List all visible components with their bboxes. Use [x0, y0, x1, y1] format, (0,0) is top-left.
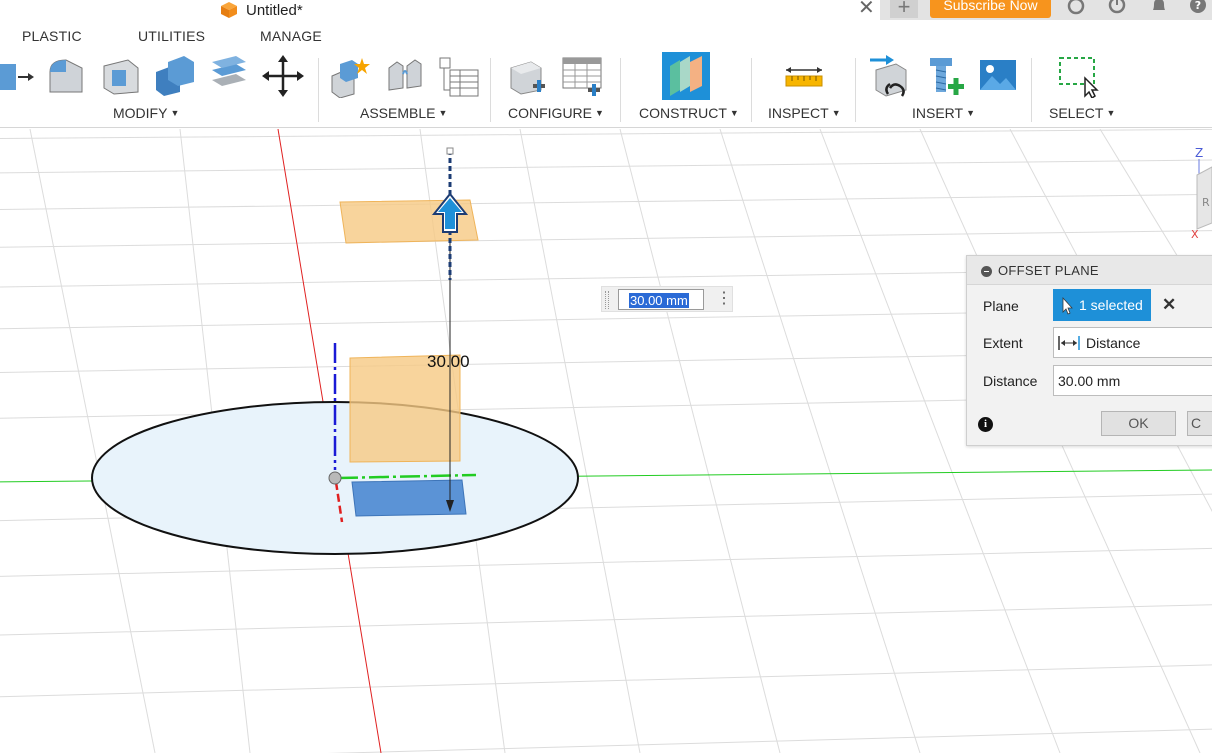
help-icon[interactable]: ?: [1188, 0, 1208, 16]
app-window: Untitled* ✕ + Subscribe Now ? PLASTIC UT…: [0, 0, 1212, 753]
insert-dropdown-icon: ▼: [966, 108, 976, 118]
info-icon[interactable]: i: [978, 417, 993, 432]
toolbar-separator: [318, 58, 319, 122]
offset-plane-icon[interactable]: [662, 52, 710, 100]
configure-dropdown-icon: ▼: [595, 108, 604, 118]
title-bar: Untitled* ✕ + Subscribe Now ?: [0, 0, 1212, 20]
move-copy-icon[interactable]: [261, 54, 305, 98]
fillet-icon[interactable]: [44, 54, 88, 98]
assemble-menu[interactable]: ASSEMBLE ▼: [360, 105, 447, 121]
configure-component-icon[interactable]: [505, 54, 549, 98]
dialog-header[interactable]: OFFSET PLANE: [967, 256, 1212, 285]
insert-canvas-icon[interactable]: [976, 54, 1020, 98]
close-tab-icon[interactable]: ✕: [858, 0, 875, 18]
cancel-button[interactable]: C: [1187, 411, 1212, 436]
distance-floating-input: 30.00 mm ⋮: [601, 286, 733, 312]
toolbar-separator: [1031, 58, 1032, 122]
press-pull-icon[interactable]: [0, 54, 38, 98]
configure-menu[interactable]: CONFIGURE ▼: [508, 105, 604, 121]
viewcube-x-label: X: [1191, 228, 1199, 240]
select-dropdown-icon: ▼: [1106, 108, 1116, 118]
inspect-menu[interactable]: INSPECT ▼: [768, 105, 841, 121]
insert-label: INSERT: [912, 105, 964, 121]
toolbar-separator: [751, 58, 752, 122]
measure-icon[interactable]: [782, 54, 826, 98]
cursor-icon: [1062, 296, 1073, 315]
workspace-tabs: PLASTIC UTILITIES MANAGE: [0, 28, 1212, 48]
collapse-icon[interactable]: [981, 266, 992, 277]
dimension-label[interactable]: 30.00: [427, 352, 470, 372]
toolbar-separator: [620, 58, 621, 122]
toolbar-separator: [490, 58, 491, 122]
shell-icon[interactable]: [98, 54, 142, 98]
assemble-label: ASSEMBLE: [360, 105, 436, 121]
toolbar-separator: [855, 58, 856, 122]
construct-label: CONSTRUCT: [639, 105, 727, 121]
plane-label: Plane: [983, 298, 1019, 314]
distance-field[interactable]: 30.00 mm: [1053, 365, 1212, 396]
tab-plastic[interactable]: PLASTIC: [22, 28, 82, 44]
svg-text:?: ?: [1195, 0, 1201, 12]
insert-menu[interactable]: INSERT ▼: [912, 105, 975, 121]
distance-value: 30.00 mm: [1058, 372, 1121, 389]
viewcube[interactable]: Z R X: [1185, 145, 1212, 240]
subscribe-button[interactable]: Subscribe Now: [930, 0, 1051, 18]
offline-icon[interactable]: [1066, 0, 1086, 16]
viewcube-z-label: Z: [1195, 146, 1203, 160]
assemble-dropdown-icon: ▼: [438, 108, 448, 118]
extent-label: Extent: [983, 335, 1023, 351]
bill-of-materials-icon[interactable]: [436, 54, 480, 98]
select-menu[interactable]: SELECT ▼: [1049, 105, 1115, 121]
inspect-dropdown-icon: ▼: [831, 108, 841, 118]
construct-menu[interactable]: CONSTRUCT ▼: [639, 105, 739, 121]
plane-selection-button[interactable]: 1 selected: [1053, 289, 1151, 321]
history-icon[interactable]: [1107, 0, 1127, 16]
toolbar: MODIFY ▼ ASSEMBLE ▼ CONFIGURE ▼ CONSTRUC…: [0, 50, 1212, 128]
tab-manage[interactable]: MANAGE: [260, 28, 322, 44]
insert-derive-icon[interactable]: [868, 54, 912, 98]
extent-value: Distance: [1086, 334, 1141, 351]
more-options-icon[interactable]: ⋮: [716, 289, 732, 309]
select-label: SELECT: [1049, 105, 1104, 121]
modify-menu[interactable]: MODIFY ▼: [113, 105, 179, 121]
drag-handle[interactable]: [605, 291, 609, 309]
ok-button[interactable]: OK: [1101, 411, 1176, 436]
joint-icon[interactable]: [383, 54, 427, 98]
combine-icon[interactable]: [152, 54, 196, 98]
inspect-label: INSPECT: [768, 105, 829, 121]
dialog-title: OFFSET PLANE: [998, 263, 1099, 278]
clear-selection-icon[interactable]: ✕: [1162, 295, 1176, 315]
distance-icon: [1058, 335, 1080, 350]
construct-dropdown-icon: ▼: [729, 108, 739, 118]
extent-dropdown[interactable]: Distance: [1053, 327, 1212, 358]
distance-selected-text: 30.00 mm: [629, 293, 689, 308]
modify-label: MODIFY: [113, 105, 168, 121]
document-title: Untitled*: [246, 1, 303, 19]
plane-selection-count: 1 selected: [1079, 297, 1143, 313]
viewcube-face-label: R: [1202, 196, 1210, 209]
modify-dropdown-icon: ▼: [170, 108, 180, 118]
document-cube-icon: [221, 2, 237, 18]
insert-mcmaster-icon[interactable]: [922, 54, 966, 98]
new-component-icon[interactable]: [328, 54, 372, 98]
distance-label: Distance: [983, 373, 1038, 389]
select-box-icon[interactable]: [1057, 54, 1101, 98]
notification-icon[interactable]: [1149, 0, 1169, 16]
new-tab-button[interactable]: +: [890, 0, 918, 18]
document-tab[interactable]: Untitled*: [220, 0, 303, 20]
tab-utilities[interactable]: UTILITIES: [138, 28, 205, 44]
offset-plane-dialog: OFFSET PLANE Plane 1 selected ✕ Extent D…: [966, 255, 1212, 446]
configure-label: CONFIGURE: [508, 105, 592, 121]
offset-face-icon[interactable]: [206, 54, 250, 98]
configuration-table-icon[interactable]: [560, 54, 604, 98]
